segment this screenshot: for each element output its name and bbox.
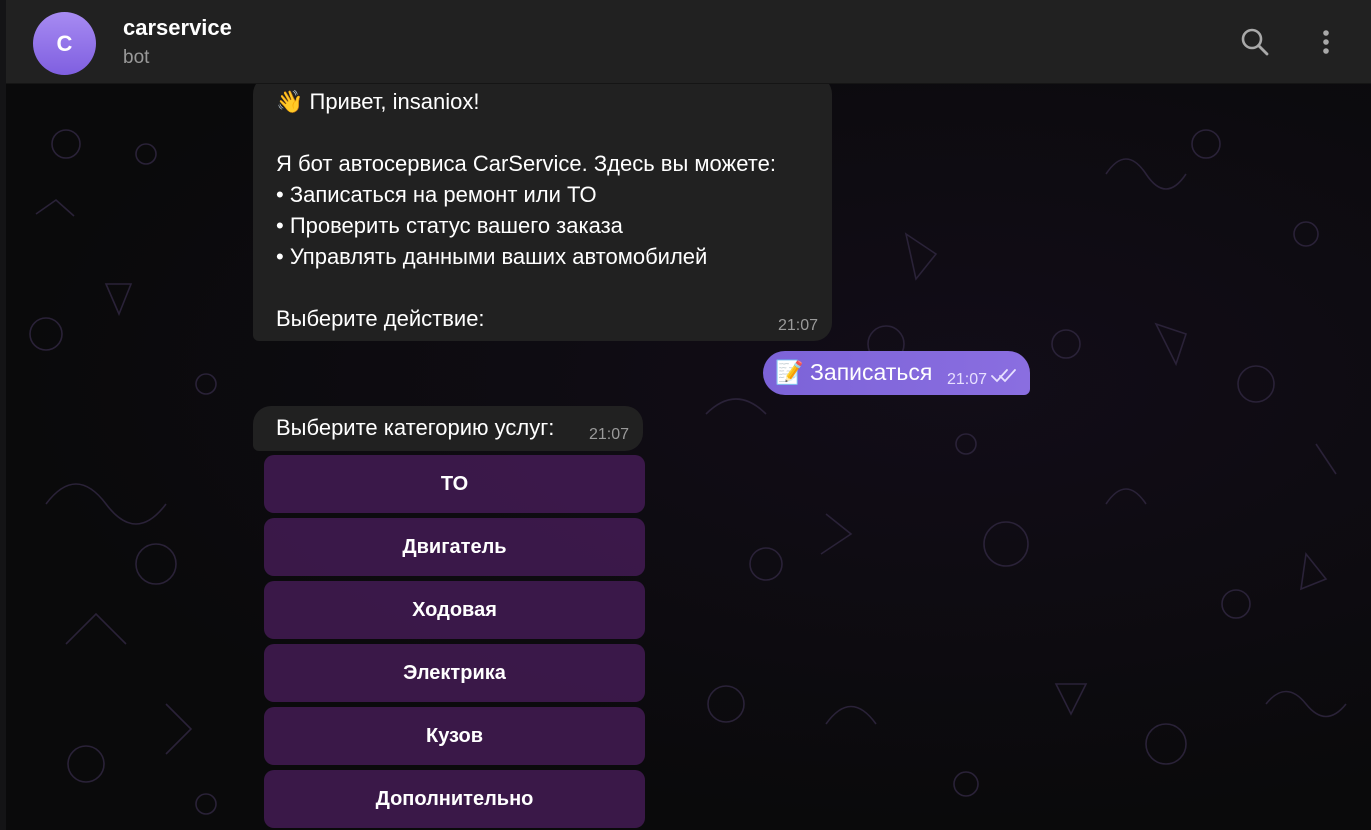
keyboard-button-body[interactable]: Кузов xyxy=(264,707,645,765)
keyboard-button-engine[interactable]: Двигатель xyxy=(264,518,645,576)
message-text: Выберите категорию услуг: xyxy=(276,415,555,440)
double-check-icon xyxy=(991,369,1016,383)
message-line: 👋 Привет, insaniox! xyxy=(276,89,480,114)
keyboard-button-chassis[interactable]: Ходовая xyxy=(264,581,645,639)
message-time: 21:07 xyxy=(589,426,630,443)
avatar[interactable]: C xyxy=(33,12,96,75)
message-text: 📝 Записаться xyxy=(775,359,933,385)
message-line: • Записаться на ремонт или ТО xyxy=(276,182,597,207)
message-time: 21:07 xyxy=(777,317,818,334)
telegram-window: C carservice bot 👋 Привет, insaniox! Я б… xyxy=(0,0,1371,830)
message-line: • Управлять данными ваших автомобилей xyxy=(276,244,708,269)
chat-title[interactable]: carservice xyxy=(123,15,232,41)
more-menu-button[interactable] xyxy=(1306,22,1346,62)
chat-subtitle: bot xyxy=(123,47,150,68)
message-time: 21:07 xyxy=(947,371,988,388)
welcome-message[interactable]: 👋 Привет, insaniox! Я бот автосервиса Ca… xyxy=(253,84,832,341)
message-line xyxy=(276,117,820,148)
message-line: • Проверить статус вашего заказа xyxy=(276,213,623,238)
more-vertical-icon xyxy=(1323,30,1329,54)
chat-header[interactable]: C carservice bot xyxy=(6,0,1371,84)
keyboard-button-additional[interactable]: Дополнительно xyxy=(264,770,645,828)
message-list[interactable]: 👋 Привет, insaniox! Я бот автосервиса Ca… xyxy=(6,84,1371,830)
search-icon xyxy=(1241,28,1269,56)
search-button[interactable] xyxy=(1235,22,1275,62)
message-line: Я бот автосервиса CarService. Здесь вы м… xyxy=(276,151,776,176)
category-message[interactable]: Выберите категорию услуг: 21:07 xyxy=(253,406,643,451)
keyboard-button-electrics[interactable]: Электрика xyxy=(264,644,645,702)
keyboard-button-to[interactable]: ТО xyxy=(264,455,645,513)
outgoing-message[interactable]: 📝 Записаться 21:07 xyxy=(763,351,1030,395)
message-line xyxy=(276,272,820,303)
message-line: Выберите действие: xyxy=(276,306,485,331)
